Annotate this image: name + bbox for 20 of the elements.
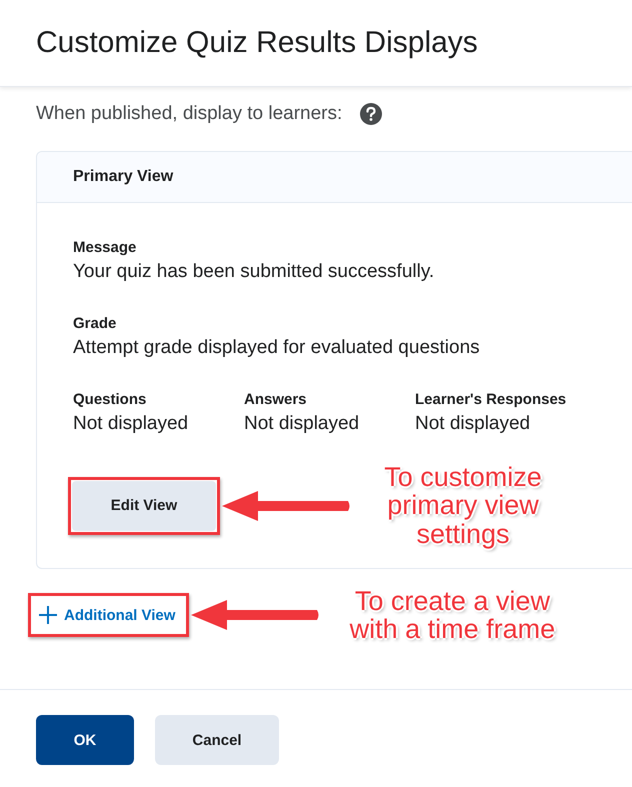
field-value: Attempt grade displayed for evaluated questions [73, 337, 481, 359]
callout-text: To customize primary view settings [383, 463, 543, 548]
cancel-button[interactable]: Cancel [155, 715, 279, 765]
field-label: Questions [73, 391, 148, 408]
field-value: Your quiz has been submitted successfully. [73, 261, 436, 283]
help-icon[interactable] [360, 103, 382, 125]
intro-text: When published, display to learners: [36, 103, 342, 125]
field-label: Grade [73, 315, 118, 332]
field-value: Not displayed [244, 413, 360, 435]
callout-text: To create a view with a time frame [348, 587, 556, 644]
field-label: Answers [244, 391, 308, 408]
edit-view-button[interactable]: Edit View [72, 480, 216, 531]
dialog-title: Customize Quiz Results Displays [36, 26, 478, 60]
field-label: Message [73, 239, 138, 256]
card-title: Primary View [73, 168, 174, 186]
ok-button[interactable]: OK [36, 715, 134, 765]
plus-icon [38, 605, 58, 626]
field-value: Not displayed [73, 413, 190, 435]
field-value: Not displayed [415, 413, 532, 435]
field-label: Learner's Responses [415, 391, 568, 408]
